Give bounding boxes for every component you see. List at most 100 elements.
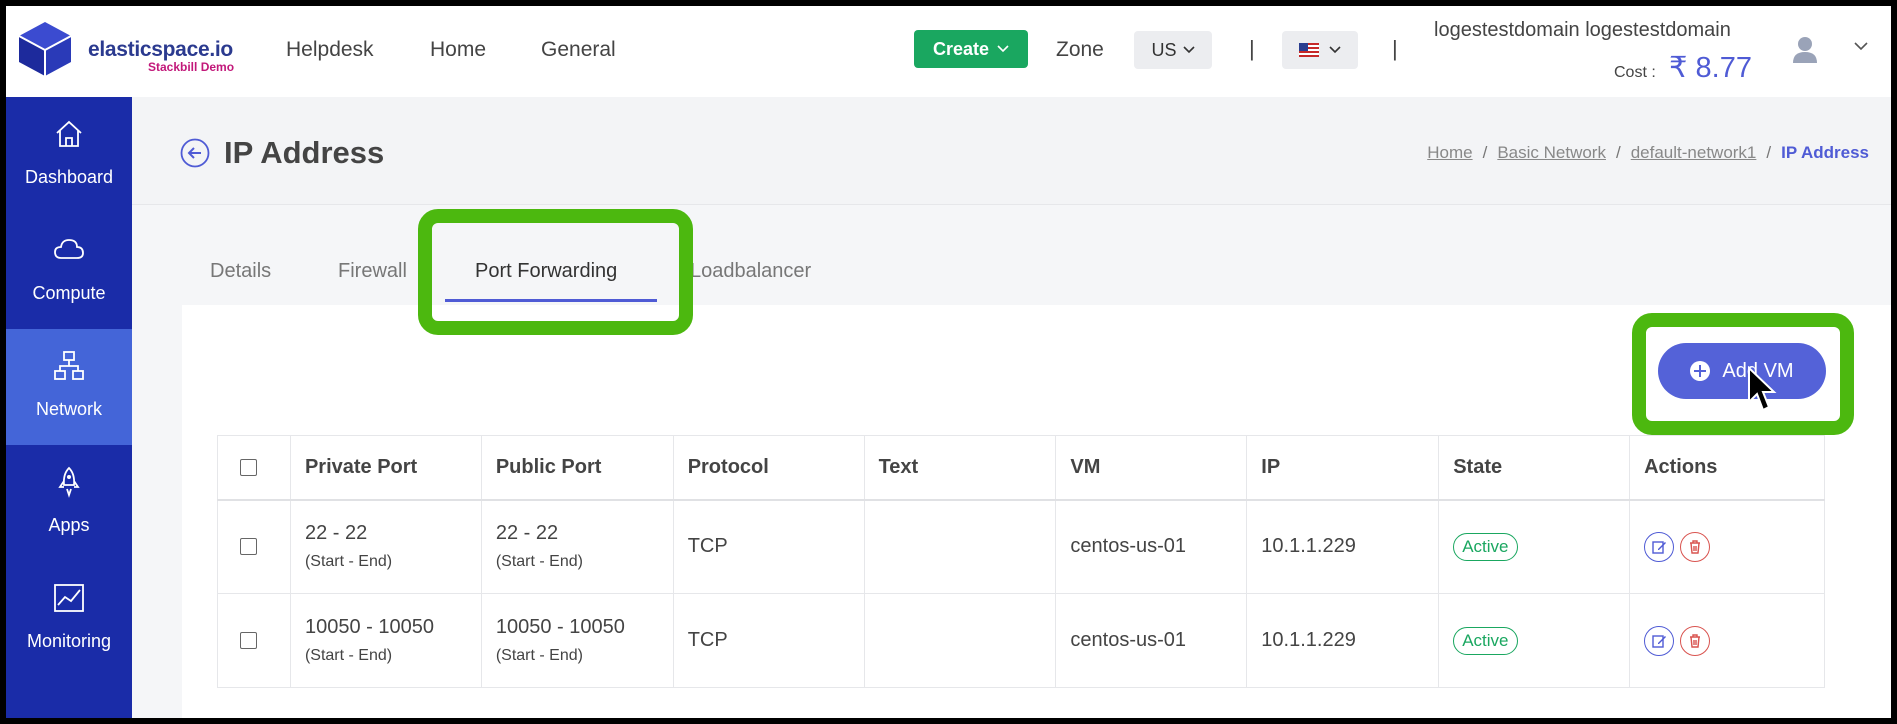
home-icon	[56, 120, 82, 147]
sidebar-item-network[interactable]: Network	[6, 329, 132, 445]
brand-logo[interactable]: elasticspace.io Stackbill Demo	[16, 16, 246, 82]
edit-button[interactable]	[1644, 531, 1675, 562]
col-ip[interactable]: IP	[1246, 435, 1440, 501]
row-select-cell	[217, 499, 291, 594]
row-select-cell	[217, 593, 291, 688]
edit-icon	[1652, 541, 1667, 554]
chart-icon	[54, 584, 84, 612]
col-state[interactable]: State	[1438, 435, 1631, 501]
breadcrumb-separator: /	[1482, 143, 1488, 162]
row-checkbox[interactable]	[240, 632, 257, 649]
select-all-checkbox[interactable]	[240, 458, 257, 476]
col-vm[interactable]: VM	[1055, 435, 1248, 501]
text-cell	[863, 499, 1057, 594]
highlight-box-add-vm	[1632, 313, 1854, 435]
status-badge: Active	[1453, 626, 1518, 655]
cost-label: Cost :	[1614, 64, 1656, 81]
header-divider: |	[1392, 36, 1398, 61]
sidebar-item-dashboard[interactable]: Dashboard	[6, 97, 132, 213]
nav-home[interactable]: Home	[430, 38, 486, 62]
user-name: logestestdomain logestestdomain	[1434, 19, 1731, 41]
sidebar-item-compute[interactable]: Compute	[6, 213, 132, 329]
cube-logo-icon	[18, 22, 72, 76]
col-public-port[interactable]: Public Port	[480, 435, 674, 501]
public-port-cell: 22 - 22 (Start - End)	[480, 499, 674, 594]
trash-icon	[1690, 540, 1701, 554]
status-badge: Active	[1453, 532, 1518, 561]
vm-cell: centos-us-01	[1055, 593, 1248, 688]
nav-general[interactable]: General	[541, 38, 616, 62]
top-bar: elasticspace.io Stackbill Demo Helpdesk …	[6, 6, 1891, 97]
col-protocol[interactable]: Protocol	[672, 435, 865, 501]
create-label: Create	[932, 38, 990, 59]
actions-cell	[1629, 499, 1825, 594]
brand-subtitle: Stackbill Demo	[148, 60, 235, 74]
zone-select[interactable]: US	[1134, 31, 1212, 69]
user-avatar-icon[interactable]	[1792, 36, 1818, 64]
zone-value: US	[1151, 39, 1177, 60]
private-port-cell: 10050 - 10050 (Start - End)	[289, 593, 482, 688]
col-private-port[interactable]: Private Port	[289, 435, 482, 501]
zone-label: Zone	[1056, 38, 1104, 61]
highlight-box-tab	[418, 209, 693, 335]
row-checkbox[interactable]	[240, 538, 257, 556]
breadcrumb-home[interactable]: Home	[1427, 143, 1472, 163]
breadcrumb-separator: /	[1615, 143, 1621, 162]
state-cell: Active	[1438, 593, 1631, 688]
table-row: 10050 - 10050 (Start - End) 10050 - 10050…	[217, 593, 1825, 688]
select-all-cell	[217, 435, 291, 501]
sidebar-item-label: Network	[35, 399, 102, 419]
tab-firewall[interactable]: Firewall	[338, 260, 407, 283]
delete-button[interactable]	[1680, 625, 1711, 656]
currency-symbol: ₹	[1669, 52, 1688, 84]
private-port-hint: (Start - End)	[304, 553, 393, 571]
cost-amount: 8.77	[1695, 52, 1752, 84]
tab-details[interactable]: Details	[210, 260, 271, 283]
breadcrumb-current: IP Address	[1781, 143, 1869, 162]
ip-cell: 10.1.1.229	[1246, 593, 1440, 688]
breadcrumb: Home / Basic Network / default-network1 …	[1427, 143, 1869, 163]
public-port-range: 22 - 22	[495, 522, 559, 545]
tab-loadbalancer[interactable]: Loadbalancer	[690, 260, 811, 283]
mouse-cursor-icon	[1748, 366, 1777, 412]
vm-cell: centos-us-01	[1055, 499, 1248, 594]
nav-helpdesk[interactable]: Helpdesk	[286, 38, 374, 62]
app-frame: elasticspace.io Stackbill Demo Helpdesk …	[6, 6, 1891, 718]
private-port-range: 22 - 22	[304, 522, 368, 545]
trash-icon	[1690, 633, 1701, 648]
sidebar-item-monitoring[interactable]: Monitoring	[6, 561, 132, 677]
edit-button[interactable]	[1644, 625, 1675, 656]
private-port-cell: 22 - 22 (Start - End)	[289, 499, 482, 594]
cloud-icon	[54, 239, 84, 259]
breadcrumb-default-network[interactable]: default-network1	[1631, 143, 1757, 163]
col-actions: Actions	[1629, 435, 1825, 501]
sidebar-item-label: Apps	[48, 515, 90, 535]
brand-name: elasticspace.io	[88, 38, 233, 61]
ip-cell: 10.1.1.229	[1246, 499, 1440, 594]
private-port-range: 10050 - 10050	[304, 616, 434, 638]
cost-value: ₹ 8.77	[1669, 50, 1752, 85]
col-text[interactable]: Text	[863, 435, 1057, 501]
back-arrow-icon[interactable]	[180, 138, 210, 168]
protocol-cell: TCP	[672, 499, 865, 594]
rocket-icon	[58, 466, 80, 498]
public-port-range: 10050 - 10050	[495, 616, 625, 638]
private-port-hint: (Start - End)	[304, 647, 393, 664]
public-port-hint: (Start - End)	[495, 553, 583, 571]
edit-icon	[1652, 634, 1667, 648]
network-icon	[54, 351, 84, 380]
page-header: IP Address Home / Basic Network / defaul…	[132, 97, 1891, 205]
language-select[interactable]	[1282, 31, 1358, 69]
table-row: 22 - 22 (Start - End) 22 - 22 (Start - End…	[217, 499, 1825, 594]
breadcrumb-basic-network[interactable]: Basic Network	[1497, 143, 1606, 163]
create-button[interactable]: Create	[914, 30, 1028, 68]
sidebar-item-label: Compute	[32, 283, 106, 303]
sidebar-item-label: Monitoring	[26, 631, 112, 651]
state-cell: Active	[1438, 499, 1631, 594]
delete-button[interactable]	[1680, 531, 1711, 562]
protocol-cell: TCP	[672, 593, 865, 688]
sidebar-item-apps[interactable]: Apps	[6, 445, 132, 561]
page-title: IP Address	[224, 135, 385, 170]
table-header-row: Private Port Public Port Protocol Text V…	[217, 435, 1825, 501]
chevron-down-icon[interactable]	[1854, 42, 1868, 51]
